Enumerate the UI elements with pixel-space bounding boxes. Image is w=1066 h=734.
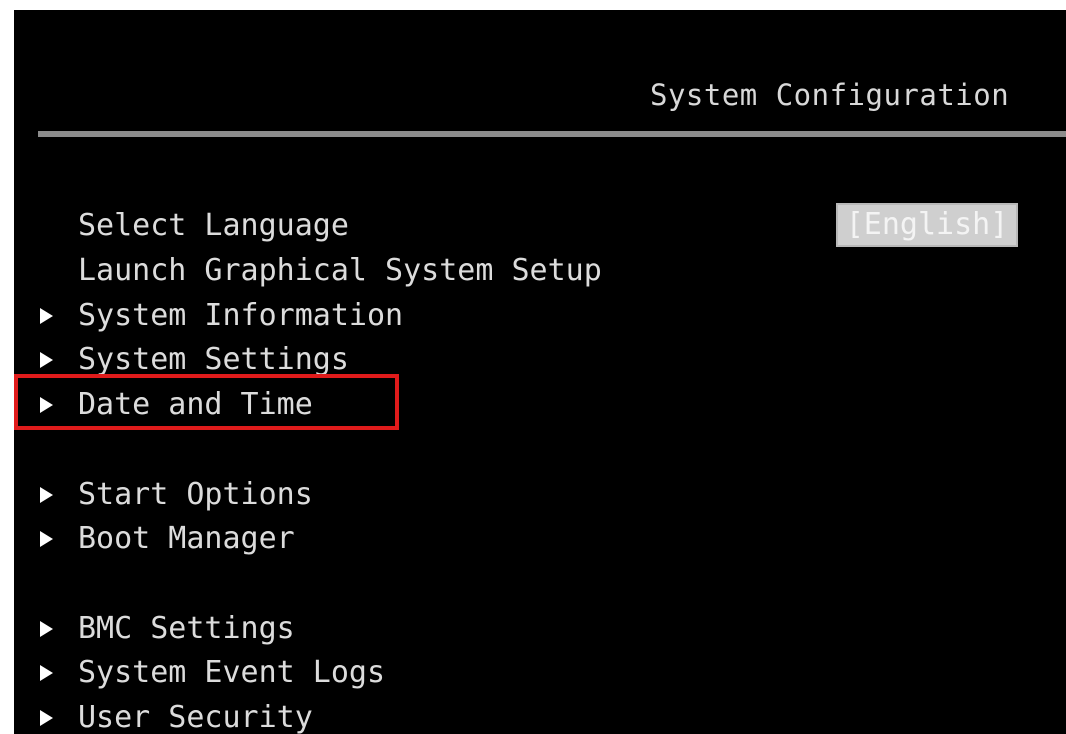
menu-item-label: System Event Logs: [78, 655, 386, 690]
menu-item-start-options[interactable]: Start Options: [30, 475, 750, 515]
menu-item-user-security[interactable]: User Security: [30, 698, 750, 734]
submenu-arrow-icon: [40, 710, 53, 726]
submenu-arrow-icon: [40, 621, 53, 637]
annotation-highlight-box: [14, 374, 399, 430]
menu-item-label: System Information: [78, 298, 404, 333]
menu-item-bmc-settings[interactable]: BMC Settings: [30, 609, 750, 649]
menu-item-label: BMC Settings: [78, 611, 295, 646]
submenu-arrow-icon: [40, 352, 53, 368]
menu-item-select-language[interactable]: Select Language: [30, 206, 750, 246]
menu-item-label: Boot Manager: [78, 521, 295, 556]
menu-item-label: Launch Graphical System Setup: [78, 253, 602, 288]
menu-item-system-event-logs[interactable]: System Event Logs: [30, 653, 750, 693]
menu-item-boot-manager[interactable]: Boot Manager: [30, 519, 750, 559]
submenu-arrow-icon: [40, 487, 53, 503]
menu-item-label: User Security: [78, 700, 313, 734]
language-value-field[interactable]: [English]: [836, 203, 1018, 247]
menu-item-system-information[interactable]: System Information: [30, 296, 750, 336]
header-divider: [38, 131, 1066, 137]
submenu-arrow-icon: [40, 665, 53, 681]
menu-item-label: Select Language: [78, 208, 349, 243]
menu-item-launch-graphical-setup[interactable]: Launch Graphical System Setup: [30, 251, 750, 291]
page-title: System Configuration: [650, 78, 1010, 112]
bios-setup-screen: System Configuration Select Language [En…: [14, 10, 1066, 734]
submenu-arrow-icon: [40, 531, 53, 547]
menu-item-label: Start Options: [78, 477, 313, 512]
submenu-arrow-icon: [40, 308, 53, 324]
